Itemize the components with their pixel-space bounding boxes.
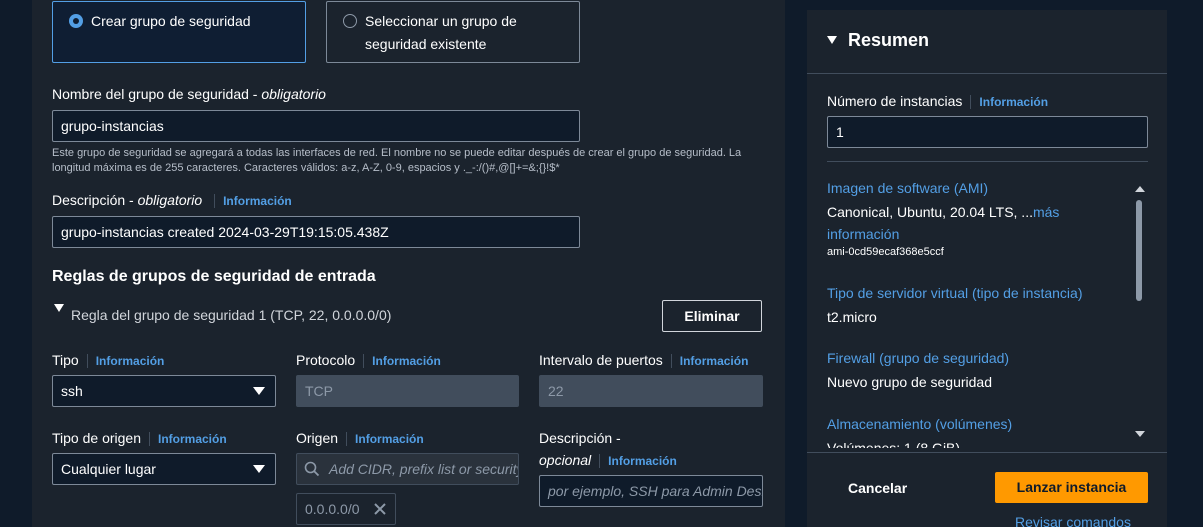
scrollbar-thumb[interactable] [1136,200,1142,301]
instances-divider [827,161,1148,162]
radio-select-existing-group[interactable]: Seleccionar un grupo de seguridad existe… [326,1,580,63]
firewall-value: Nuevo grupo de seguridad [827,374,993,390]
radio-unselected-icon [343,14,357,28]
radio-create-label: Crear grupo de seguridad [91,13,251,29]
ami-more-info-link[interactable]: más [1033,204,1059,220]
summary-header-divider [807,73,1167,74]
security-group-description-input[interactable]: grupo-instancias created 2024-03-29T19:1… [52,216,580,248]
source-label: Origen Información [296,430,424,447]
rule-title: Regla del grupo de seguridad 1 (TCP, 22,… [71,307,392,323]
name-field-help: Este grupo de seguridad se agregará a to… [52,147,742,174]
launch-instance-button[interactable]: Lanzar instancia [995,472,1148,503]
inbound-rules-heading: Reglas de grupos de seguridad de entrada [52,268,376,285]
rule-description-info-link[interactable]: Información [608,454,677,468]
label-separator [86,354,88,369]
instances-info-link[interactable]: Información [979,95,1048,109]
scroll-up-arrow-icon[interactable] [1135,186,1145,192]
storage-link[interactable]: Almacenamiento (volúmenes) [827,416,1012,432]
summary-header[interactable]: Resumen [807,10,1167,73]
rule-description-input[interactable]: por ejemplo, SSH para Admin Desktop [539,475,763,507]
summary-title: Resumen [848,30,930,50]
security-group-panel: Crear grupo de seguridad Seleccionar un … [32,0,785,527]
source-type-select-value: Cualquier lugar [61,461,156,477]
summary-panel: Resumen Número de instancias Información … [807,10,1167,527]
type-info-link[interactable]: Información [96,354,165,368]
ami-id: ami-0cd59ecaf368e5ccf [827,246,944,258]
rule-description-placeholder: por ejemplo, SSH para Admin Desktop [548,483,762,499]
source-search-input[interactable]: Add CIDR, prefix list or security [296,453,519,485]
instances-count-input[interactable]: 1 [827,116,1148,148]
source-type-label: Tipo de origen Información [52,430,227,447]
source-search-placeholder: Add CIDR, prefix list or security [329,461,519,477]
label-separator [670,354,672,369]
radio-selected-icon [69,14,83,28]
storage-value-clip: Volúmenes: 1 (8 GiB) [827,436,1127,448]
label-separator [970,95,972,110]
label-separator [363,354,365,369]
protocol-info-link[interactable]: Información [372,354,441,368]
ami-link[interactable]: Imagen de software (AMI) [827,180,988,196]
radio-existing-label-line2: seguridad existente [365,36,487,52]
source-token-label: 0.0.0.0/0 [305,501,360,517]
label-separator [148,432,150,447]
instance-type-value: t2.micro [827,309,877,325]
type-label: Tipo Información [52,352,165,369]
collapse-summary-icon [827,36,837,44]
delete-rule-button[interactable]: Eliminar [662,300,762,332]
ami-more-info-link-line2[interactable]: información [827,226,899,242]
chevron-down-icon [253,387,265,395]
radio-existing-label-line1: Seleccionar un grupo de [365,13,517,29]
summary-footer-divider [807,452,1167,453]
source-info-link[interactable]: Información [355,432,424,446]
chevron-down-icon [253,465,265,473]
summary-scrollbar[interactable] [1134,186,1146,438]
source-token: 0.0.0.0/0 [296,493,396,525]
label-separator [214,194,216,209]
description-info-link[interactable]: Información [223,194,292,208]
port-info-link[interactable]: Información [680,354,749,368]
search-icon [304,461,320,477]
scroll-down-arrow-icon[interactable] [1135,431,1145,437]
source-type-select[interactable]: Cualquier lugar [52,453,276,485]
radio-create-security-group[interactable]: Crear grupo de seguridad [52,1,306,63]
label-separator [599,454,601,469]
source-type-info-link[interactable]: Información [158,432,227,446]
protocol-label: Protocolo Información [296,352,441,369]
review-commands-link[interactable]: Revisar comandos [1015,514,1131,527]
port-range-label: Intervalo de puertos Información [539,352,749,369]
security-group-name-input[interactable]: grupo-instancias [52,110,580,142]
type-select-value: ssh [61,383,83,399]
name-field-label: Nombre del grupo de seguridad - obligato… [52,86,326,102]
instances-count-label: Número de instancias Información [827,93,1049,110]
description-field-label: Descripción - obligatorio Información [52,192,292,209]
protocol-input: TCP [296,375,519,407]
rule-description-label-optional: opcional Información [539,452,677,469]
rule-description-label: Descripción - [539,430,621,446]
port-range-input: 22 [539,375,763,407]
ami-value: Canonical, Ubuntu, 20.04 LTS, ...más [827,204,1060,220]
storage-value: Volúmenes: 1 (8 GiB) [827,440,961,448]
instance-type-link[interactable]: Tipo de servidor virtual (tipo de instan… [827,285,1083,301]
collapse-rule-icon[interactable] [54,304,64,312]
type-select[interactable]: ssh [52,375,276,407]
firewall-link[interactable]: Firewall (grupo de seguridad) [827,350,1009,366]
cancel-button[interactable]: Cancelar [848,480,907,496]
close-icon[interactable] [373,502,387,516]
label-separator [346,432,348,447]
